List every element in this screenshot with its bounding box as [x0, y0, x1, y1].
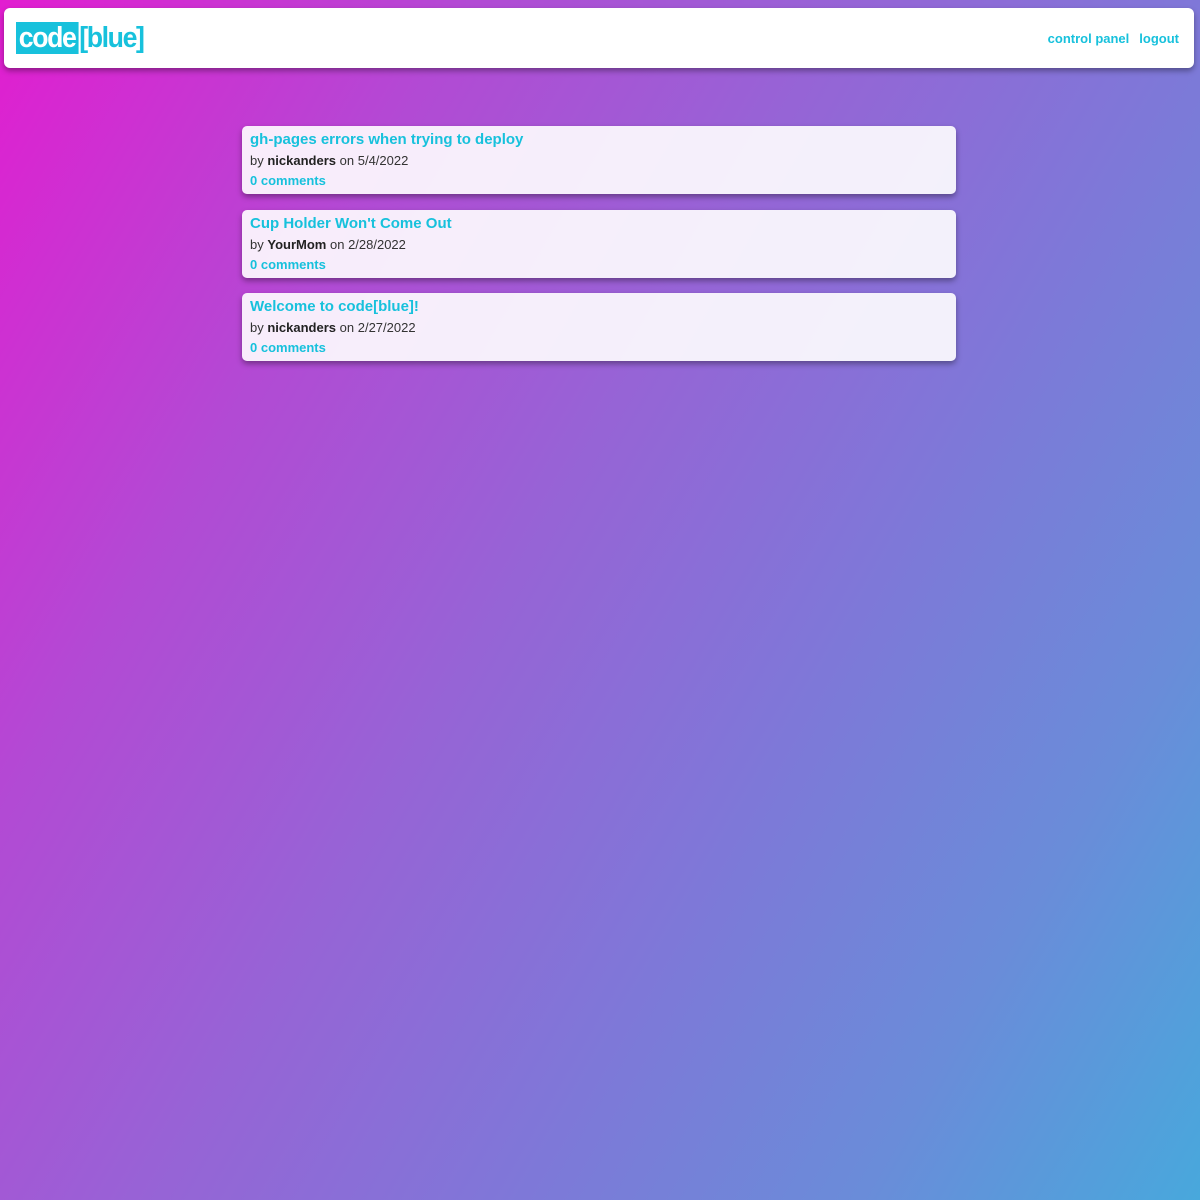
- post-title-link[interactable]: Welcome to code[blue]!: [250, 298, 948, 317]
- control-panel-link[interactable]: control panel: [1048, 31, 1130, 46]
- post-date: 5/4/2022: [357, 153, 409, 168]
- by-label: by: [250, 320, 264, 335]
- post-author: nickanders: [267, 320, 337, 335]
- nav-links: control panel logout: [1048, 8, 1179, 68]
- comments-link[interactable]: 0 comments: [250, 339, 948, 356]
- logout-link[interactable]: logout: [1139, 31, 1179, 46]
- on-label: on: [339, 153, 355, 168]
- top-navbar: code [blue] control panel logout: [4, 8, 1194, 68]
- post-date: 2/27/2022: [357, 320, 416, 335]
- by-label: by: [250, 236, 264, 252]
- post-meta: by YourMom on 2/28/2022: [250, 236, 948, 253]
- on-label: on: [339, 320, 355, 335]
- post-title-link[interactable]: gh-pages errors when trying to deploy: [250, 131, 948, 150]
- post-list: gh-pages errors when trying to deploy by…: [242, 126, 956, 377]
- post-date: 2/28/2022: [348, 236, 406, 252]
- post-card: gh-pages errors when trying to deploy by…: [242, 126, 956, 194]
- post-card: Welcome to code[blue]! by nickanders on …: [242, 293, 956, 361]
- comments-link[interactable]: 0 comments: [250, 256, 948, 273]
- comments-link[interactable]: 0 comments: [250, 172, 948, 189]
- post-card: Cup Holder Won't Come Out by YourMom on …: [242, 209, 956, 278]
- post-meta: by nickanders on 2/27/2022: [250, 319, 948, 336]
- post-meta: by nickanders on 5/4/2022: [250, 152, 948, 169]
- site-logo[interactable]: code [blue]: [16, 22, 145, 54]
- post-author: YourMom: [267, 236, 327, 252]
- logo-blue-part: [blue]: [79, 22, 145, 54]
- on-label: on: [329, 236, 345, 252]
- post-author: nickanders: [267, 153, 337, 168]
- by-label: by: [250, 153, 264, 168]
- logo-code-part: code: [16, 22, 79, 54]
- post-title-link[interactable]: Cup Holder Won't Come Out: [250, 215, 948, 234]
